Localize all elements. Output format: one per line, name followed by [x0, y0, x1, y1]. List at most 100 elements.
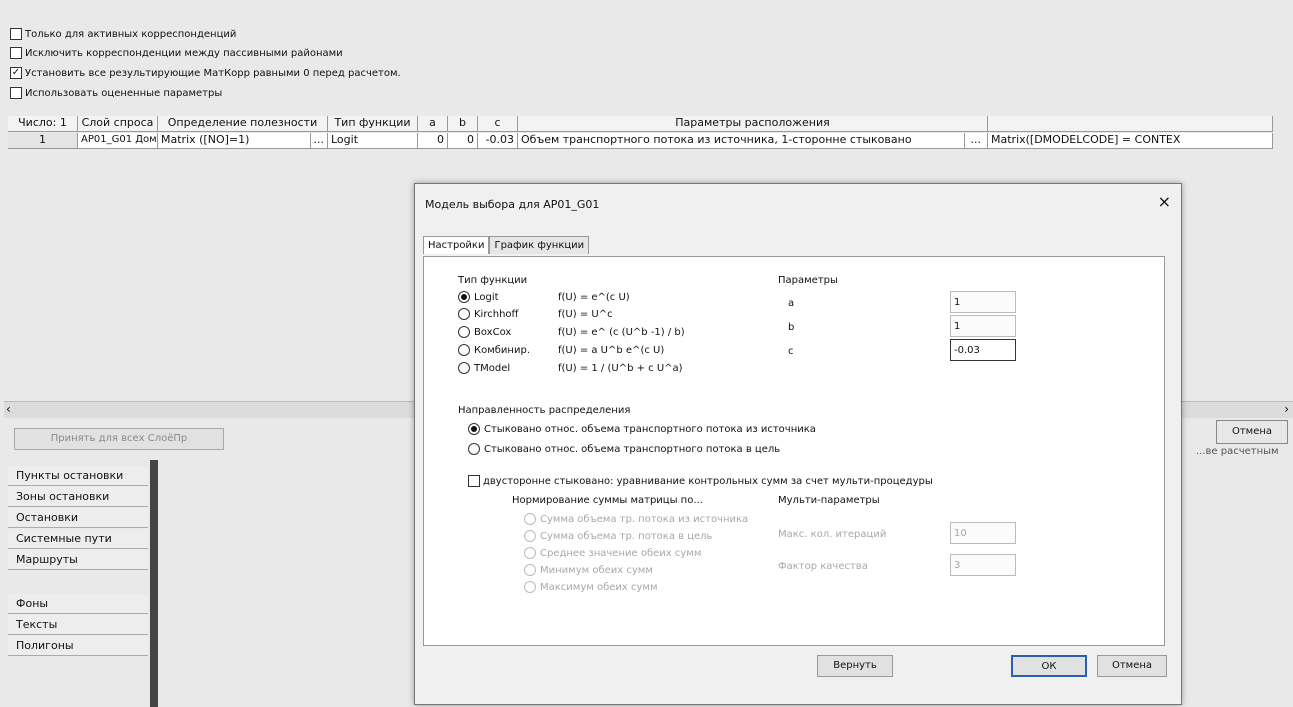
use-estimated-checkbox[interactable]: Использовать оцененные параметры [10, 87, 222, 99]
network-objects-panel: Пункты остановки Зоны остановки Остановк… [0, 460, 160, 707]
radio-selected-icon[interactable] [468, 423, 480, 435]
col-header-a[interactable]: a [418, 116, 448, 132]
quality-factor-input[interactable]: 3 [950, 554, 1016, 576]
norm-radio-min[interactable]: Минимум обеих сумм [524, 564, 653, 576]
table-row[interactable]: 1 AP01_G01 Дом-Работа Matrix ([NO]=1) ..… [8, 133, 1273, 149]
two-sided-checkbox[interactable]: двусторонне стыковано: уравнивание контр… [468, 475, 933, 487]
max-iterations-input[interactable]: 10 [950, 522, 1016, 544]
active-only-label: Только для активных корреспонденций [25, 28, 237, 40]
col-header-count[interactable]: Число: 1 [8, 116, 78, 132]
func-radio-tmodel[interactable]: TModel f(U) = 1 / (U^b + c U^a) [458, 362, 683, 374]
dialog-tabs: Настройки График функции [423, 236, 590, 254]
apply-all-button[interactable]: Принять для всех СлоёПр [14, 428, 224, 450]
background-status-text: ...ве расчетным [1196, 446, 1279, 457]
cell-matrix[interactable]: Matrix([DMODELCODE] = CONTEX [988, 133, 1273, 149]
sidebar-item-stop-zones[interactable]: Зоны остановки [8, 487, 148, 507]
ok-button[interactable]: ОК [1011, 655, 1087, 677]
radio-icon[interactable] [524, 530, 536, 542]
func-radio-logit[interactable]: Logit f(U) = e^(c U) [458, 291, 630, 303]
sidebar-item-routes[interactable]: Маршруты [8, 550, 148, 570]
tab-function-graph[interactable]: График функции [489, 236, 590, 254]
func-name: Kirchhoff [474, 308, 519, 320]
utility-value: Matrix ([NO]=1) [161, 133, 250, 146]
choice-model-dialog: Модель выбора для AP01_G01 × Настройки Г… [414, 183, 1182, 705]
radio-icon[interactable] [458, 308, 470, 320]
norm-radio-max[interactable]: Максимум обеих сумм [524, 581, 658, 593]
utility-edit-button[interactable]: ... [309, 133, 328, 148]
radio-icon[interactable] [524, 547, 536, 559]
col-header-utility[interactable]: Определение полезности [158, 116, 328, 132]
exclude-passive-checkbox[interactable]: Исключить корреспонденции между пассивны… [10, 47, 343, 59]
cell-a[interactable]: 0 [418, 133, 448, 149]
sidebar-item-polygons[interactable]: Полигоны [8, 636, 148, 656]
two-sided-label: двусторонне стыковано: уравнивание контр… [483, 475, 933, 487]
cell-c[interactable]: -0.03 [478, 133, 518, 149]
settings-tab-panel: Тип функции Logit f(U) = e^(c U) Kirchho… [423, 256, 1165, 646]
norm-radio-mean[interactable]: Среднее значение обеих сумм [524, 547, 701, 559]
set-zero-checkbox[interactable]: ✓ Установить все результирующие МатКорр … [10, 67, 401, 79]
checkbox-box[interactable] [10, 28, 22, 40]
norm-radio-source-sum[interactable]: Сумма объема тр. потока из источника [524, 513, 748, 525]
cell-func-type[interactable]: Logit [328, 133, 418, 149]
norm-option-label: Сумма объема тр. потока в цель [540, 530, 713, 542]
active-only-checkbox[interactable]: Только для активных корреспонденций [10, 28, 236, 40]
param-c-input[interactable]: -0.03 [950, 339, 1016, 361]
check-icon[interactable]: ✓ [10, 67, 22, 79]
radio-icon[interactable] [524, 564, 536, 576]
param-b-input[interactable]: 1 [950, 315, 1016, 337]
radio-icon[interactable] [458, 362, 470, 374]
sidebar-item-stops[interactable]: Остановки [8, 508, 148, 528]
radio-icon[interactable] [458, 326, 470, 338]
direction-radio-source[interactable]: Стыковано относ. объема транспортного по… [468, 423, 816, 435]
radio-selected-icon[interactable] [458, 291, 470, 303]
col-header-location[interactable]: Параметры расположения [518, 116, 988, 132]
cell-layer[interactable]: AP01_G01 Дом-Работа [78, 133, 158, 149]
close-icon[interactable]: × [1158, 192, 1171, 211]
sidebar-item-system-routes[interactable]: Системные пути [8, 529, 148, 549]
cell-location[interactable]: Объем транспортного потока из источника,… [518, 133, 988, 149]
set-zero-label: Установить все результирующие МатКорр ра… [25, 67, 401, 79]
location-value: Объем транспортного потока из источника,… [521, 133, 912, 146]
norm-option-label: Максимум обеих сумм [540, 581, 658, 593]
col-header-layer[interactable]: Слой спроса [78, 116, 158, 132]
radio-icon[interactable] [524, 513, 536, 525]
checkbox-box[interactable] [10, 87, 22, 99]
row-number[interactable]: 1 [8, 133, 78, 149]
location-edit-button[interactable]: ... [963, 133, 988, 148]
norm-radio-target-sum[interactable]: Сумма объема тр. потока в цель [524, 530, 712, 542]
radio-icon[interactable] [468, 443, 480, 455]
func-radio-combined[interactable]: Комбинир. f(U) = a U^b e^(c U) [458, 344, 664, 356]
radio-icon[interactable] [458, 344, 470, 356]
func-formula: f(U) = 1 / (U^b + c U^a) [558, 362, 683, 374]
sidebar-item-backgrounds[interactable]: Фоны [8, 594, 148, 614]
cancel-button[interactable]: Отмена [1097, 655, 1167, 677]
checkbox-box[interactable] [468, 475, 480, 487]
radio-icon[interactable] [524, 581, 536, 593]
background-cancel-button[interactable]: Отмена [1216, 420, 1288, 444]
norm-option-label: Минимум обеих сумм [540, 564, 653, 576]
col-header-c[interactable]: c [478, 116, 518, 132]
checkbox-box[interactable] [10, 47, 22, 59]
direction-radio-target[interactable]: Стыковано относ. объема транспортного по… [468, 443, 780, 455]
func-name: TModel [474, 362, 511, 374]
func-formula: f(U) = e^(c U) [558, 291, 630, 303]
reset-button[interactable]: Вернуть [817, 655, 893, 677]
direction-label-target: Стыковано относ. объема транспортного по… [484, 443, 781, 455]
cell-utility[interactable]: Matrix ([NO]=1) ... [158, 133, 328, 149]
func-type-label: Тип функции [458, 275, 528, 286]
params-label: Параметры [778, 275, 838, 286]
col-header-b[interactable]: b [448, 116, 478, 132]
func-formula: f(U) = a U^b e^(c U) [558, 344, 665, 356]
col-header-matrix[interactable] [988, 116, 1273, 132]
func-radio-boxcox[interactable]: BoxCox f(U) = e^ (c (U^b -1) / b) [458, 326, 685, 338]
col-header-func-type[interactable]: Тип функции [328, 116, 418, 132]
scroll-left-icon[interactable]: ‹ [6, 402, 11, 416]
param-a-input[interactable]: 1 [950, 291, 1016, 313]
sidebar-item-stop-points[interactable]: Пункты остановки [8, 466, 148, 486]
scroll-right-icon[interactable]: › [1284, 402, 1289, 416]
tab-settings[interactable]: Настройки [423, 236, 490, 254]
sidebar-item-texts[interactable]: Тексты [8, 615, 148, 635]
cell-b[interactable]: 0 [448, 133, 478, 149]
panel-splitter[interactable] [150, 460, 158, 707]
func-radio-kirchhoff[interactable]: Kirchhoff f(U) = U^c [458, 308, 613, 320]
